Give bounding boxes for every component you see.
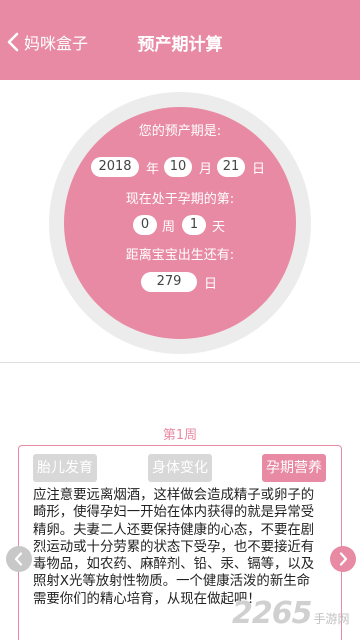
watermark-number: 2265 <box>232 596 312 631</box>
remaining-unit: 日 <box>204 277 218 292</box>
year-field[interactable]: 2018 <box>91 157 139 177</box>
day-field[interactable]: 21 <box>217 157 245 177</box>
chevron-right-icon <box>339 552 348 566</box>
content-line: 精卵。夫妻二人还要保持健康的心态，不要在剧 <box>33 522 315 538</box>
day-unit: 日 <box>252 162 266 177</box>
content-line: 畸形，使得孕妇一开始在体内获得的就是异常受 <box>33 505 315 521</box>
week-title: 第1周 <box>162 428 198 443</box>
remaining-days-field[interactable]: 279 <box>141 272 197 292</box>
year-unit: 年 <box>146 162 160 177</box>
content-line: 应注意要远离烟酒，这样做会造成精子或卵子的 <box>33 488 315 503</box>
stage-label: 现在处于孕期的第: <box>125 192 235 207</box>
tab-fetal-development[interactable]: 胎儿发育 <box>33 454 97 482</box>
page-title: 预产期计算 <box>137 35 223 55</box>
content-line: 烈运动或十分劳累的状态下受孕，也不要接近有 <box>33 539 315 555</box>
week-content: 应注意要远离烟酒，这样做会造成精子或卵子的 畸形，使得孕妇一开始在体内获得的就是… <box>33 487 325 608</box>
content-line: 照射X光等放射性物质。一个健康活泼的新生命 <box>33 574 310 590</box>
days-unit: 天 <box>212 220 226 235</box>
prev-week-button[interactable] <box>6 546 32 572</box>
watermark: 2265 手游网 <box>232 596 350 631</box>
content-line: 毒物品，如农药、麻醉剂、铅、汞、镉等，以及 <box>33 557 315 573</box>
days-field[interactable]: 1 <box>182 215 206 235</box>
weeks-field[interactable]: 0 <box>133 215 157 235</box>
watermark-text: 手游网 <box>313 612 350 626</box>
tab-pregnancy-nutrition[interactable]: 孕期营养 <box>262 454 326 482</box>
due-date-label: 您的预产期是: <box>138 124 222 139</box>
month-unit: 月 <box>199 162 213 177</box>
weeks-unit: 周 <box>162 220 176 235</box>
remaining-label: 距离宝宝出生还有: <box>125 248 235 263</box>
section-divider <box>0 362 360 363</box>
app-header: 妈咪盒子 预产期计算 <box>0 0 360 80</box>
calculator-disc <box>64 107 296 339</box>
tab-body-changes[interactable]: 身体变化 <box>148 454 212 482</box>
month-field[interactable]: 10 <box>164 157 192 177</box>
chevron-left-icon <box>14 552 23 566</box>
next-week-button[interactable] <box>330 546 356 572</box>
